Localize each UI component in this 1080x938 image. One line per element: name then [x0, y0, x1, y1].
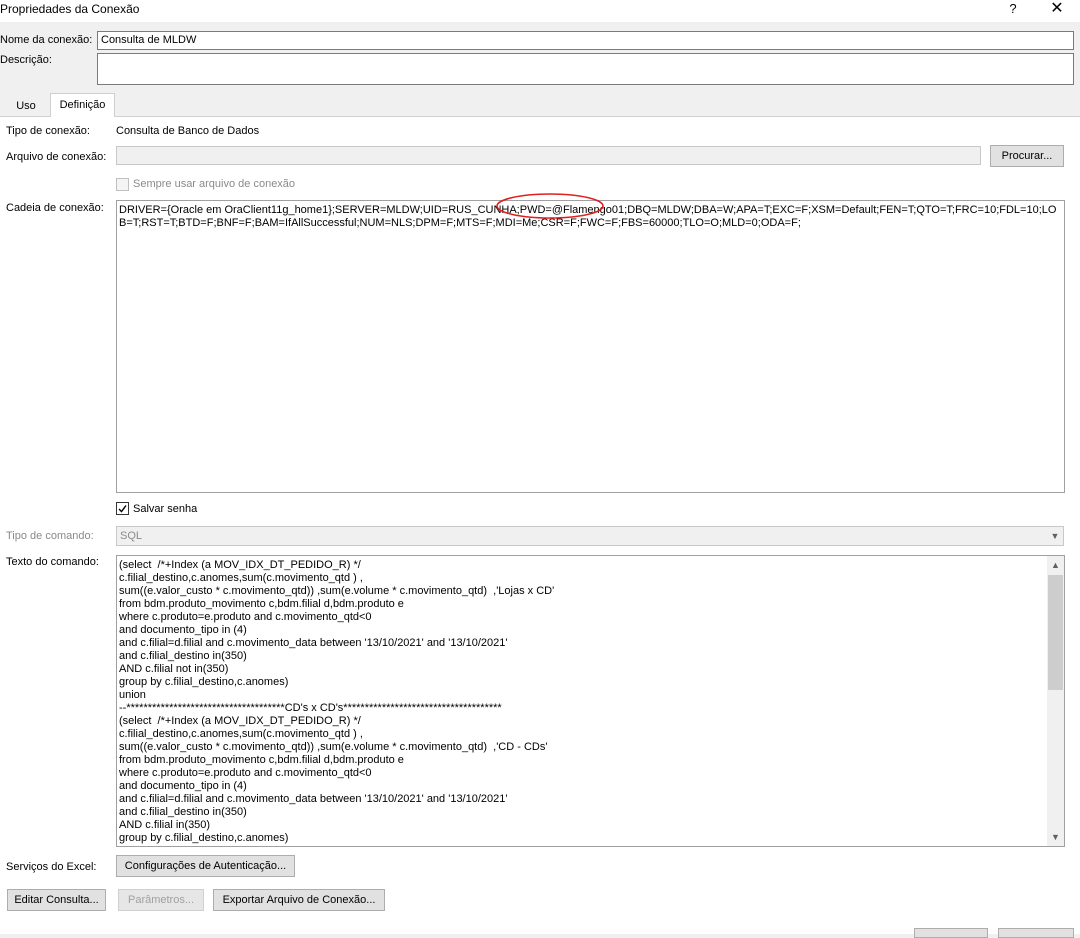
command-line: (select /*+Index (a MOV_IDX_DT_PEDIDO_R)… — [119, 715, 361, 727]
command-scrollbar[interactable]: ▲ ▼ — [1047, 556, 1064, 846]
authentication-settings-button[interactable]: Configurações de Autenticação... — [116, 855, 295, 877]
description-input[interactable] — [97, 53, 1074, 85]
connection-name-value: Consulta de MLDW — [101, 34, 197, 46]
scroll-up-icon[interactable]: ▲ — [1047, 557, 1064, 573]
command-line: where c.produto=e.produto and c.moviment… — [119, 767, 372, 779]
connection-name-label: Nome da conexão: — [0, 34, 93, 46]
description-label: Descrição: — [0, 54, 52, 66]
command-line: sum((e.valor_custo * c.movimento_qtd)) ,… — [119, 585, 555, 597]
check-icon — [118, 505, 127, 513]
tab-uso[interactable]: Uso — [6, 96, 46, 116]
connection-string-textarea[interactable]: DRIVER={Oracle em OraClient11g_home1};SE… — [116, 200, 1065, 493]
browse-button[interactable]: Procurar... — [990, 145, 1064, 167]
help-button[interactable]: ? — [1000, 0, 1026, 20]
title-bar — [0, 0, 1080, 22]
command-line: AND c.filial in(350) — [119, 819, 211, 831]
command-line: and c.filial_destino in(350) — [119, 806, 247, 818]
connection-name-input[interactable]: Consulta de MLDW — [97, 31, 1074, 50]
command-line: AND c.filial not in(350) — [119, 663, 229, 675]
password-annotation-circle — [496, 193, 604, 219]
connection-type-value: Consulta de Banco de Dados — [116, 125, 260, 137]
command-line: group by c.filial_destino,c.anomes) — [119, 832, 289, 844]
close-button[interactable]: ✕ — [1040, 0, 1074, 20]
parameters-button[interactable]: Parâmetros... — [118, 889, 204, 911]
ok-button-partial[interactable] — [914, 928, 988, 938]
command-line: and documento_tipo in (4) — [119, 780, 247, 792]
always-use-file-label: Sempre usar arquivo de conexão — [133, 178, 296, 190]
description-value — [98, 54, 1073, 60]
scroll-down-icon[interactable]: ▼ — [1047, 829, 1064, 845]
command-line: group by c.filial_destino,c.anomes) — [119, 676, 289, 688]
command-line: and c.filial=d.filial and c.movimento_da… — [119, 793, 508, 805]
command-text-label: Texto do comando: — [6, 556, 99, 568]
excel-services-label: Serviços do Excel: — [6, 861, 97, 873]
connection-file-label: Arquivo de conexão: — [6, 151, 107, 163]
always-use-file-checkbox[interactable] — [116, 178, 129, 191]
command-line: c.filial_destino,c.anomes,sum(c.moviment… — [119, 728, 363, 740]
command-line: and c.filial=d.filial and c.movimento_da… — [119, 637, 508, 649]
window-title: Propriedades da Conexão — [0, 2, 140, 16]
command-line: --*************************************C… — [119, 702, 502, 714]
save-password-label: Salvar senha — [133, 503, 198, 515]
command-line: c.filial_destino,c.anomes,sum(c.moviment… — [119, 572, 363, 584]
connection-string-label: Cadeia de conexão: — [6, 202, 104, 214]
scrollbar-thumb[interactable] — [1048, 575, 1063, 690]
connection-file-value — [117, 147, 980, 153]
save-password-checkbox[interactable] — [116, 502, 129, 515]
command-line: from bdm.produto_movimento c,bdm.filial … — [119, 598, 404, 610]
cancel-button-partial[interactable] — [998, 928, 1074, 938]
command-type-value: SQL — [120, 530, 143, 542]
command-line: from bdm.produto_movimento c,bdm.filial … — [119, 754, 404, 766]
command-line: union — [119, 689, 146, 701]
connection-file-input[interactable] — [116, 146, 981, 165]
command-text-value: (select /*+Index (a MOV_IDX_DT_PEDIDO_R)… — [117, 556, 1064, 845]
command-text-textarea[interactable]: (select /*+Index (a MOV_IDX_DT_PEDIDO_R)… — [116, 555, 1065, 847]
command-line: (select /*+Index (a MOV_IDX_DT_PEDIDO_R)… — [119, 559, 361, 571]
command-line: and documento_tipo in (4) — [119, 624, 247, 636]
chevron-down-icon: ▼ — [1050, 531, 1060, 541]
command-line: and c.filial_destino in(350) — [119, 650, 247, 662]
export-connection-file-button[interactable]: Exportar Arquivo de Conexão... — [213, 889, 385, 911]
command-type-label: Tipo de comando: — [6, 530, 94, 542]
command-type-select[interactable]: SQL ▼ — [116, 526, 1064, 546]
command-line: where c.produto=e.produto and c.moviment… — [119, 611, 372, 623]
edit-query-button[interactable]: Editar Consulta... — [7, 889, 106, 911]
command-line: sum((e.valor_custo * c.movimento_qtd)) ,… — [119, 741, 548, 753]
connection-type-label: Tipo de conexão: — [6, 125, 90, 137]
tab-definicao[interactable]: Definição — [50, 93, 115, 117]
